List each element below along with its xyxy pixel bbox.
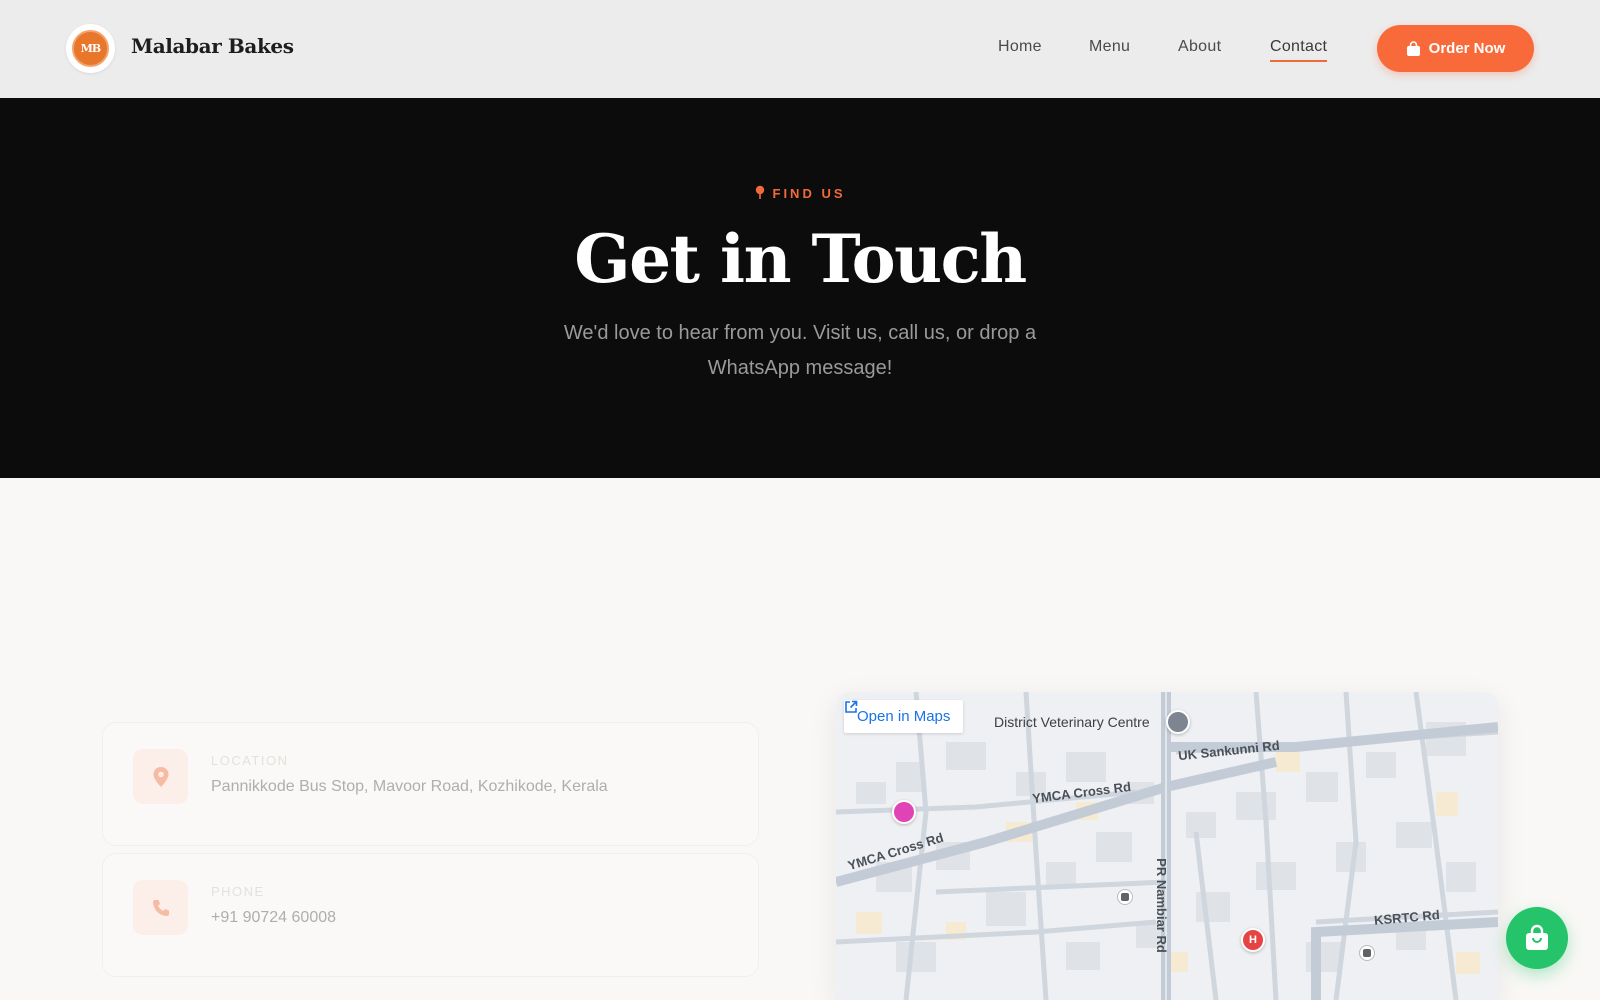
external-link-icon: [845, 700, 858, 713]
shopping-bag-icon: [1526, 924, 1548, 950]
nav-home[interactable]: Home: [998, 38, 1042, 56]
location-card: LOCATION Pannikkode Bus Stop, Mavoor Roa…: [102, 722, 759, 846]
map-pin-icon: [755, 185, 764, 199]
active-nav-underline: [1270, 60, 1328, 62]
location-icon-wrap: [133, 749, 188, 804]
map-label-veterinary: District Veterinary Centre: [994, 714, 1150, 730]
veterinary-pin-icon[interactable]: [1166, 710, 1190, 734]
phone-label: PHONE: [211, 884, 265, 899]
phone-icon: [152, 899, 169, 916]
location-map[interactable]: Open in Maps District Veterinary Centre …: [836, 692, 1498, 1000]
bus-stop-icon[interactable]: [1117, 889, 1133, 905]
hospital-pin-icon[interactable]: H: [1241, 928, 1265, 952]
phone-value[interactable]: +91 90724 60008: [211, 909, 336, 927]
location-label: LOCATION: [211, 753, 289, 768]
floating-cart-button[interactable]: [1506, 907, 1568, 969]
page-title: Get in Touch: [574, 220, 1027, 298]
logo-mark: MB: [72, 30, 109, 67]
logo[interactable]: MB: [66, 24, 115, 73]
location-value: Pannikkode Bus Stop, Mavoor Road, Kozhik…: [211, 778, 608, 795]
nav-contact-label: Contact: [1270, 38, 1328, 55]
location-pin-icon: [153, 766, 168, 787]
phone-card: PHONE +91 90724 60008: [102, 853, 759, 977]
brand-name[interactable]: Malabar Bakes: [131, 34, 294, 58]
hero-eyebrow-text: FIND US: [772, 186, 846, 201]
nav-menu[interactable]: Menu: [1089, 38, 1130, 56]
open-in-maps-link[interactable]: Open in Maps: [844, 700, 964, 733]
site-header: MB Malabar Bakes Home Menu About Contact…: [0, 0, 1600, 98]
order-now-button[interactable]: Order Now: [1377, 25, 1534, 72]
nav-about[interactable]: About: [1178, 38, 1221, 56]
phone-icon-wrap: [133, 880, 188, 935]
hero-eyebrow: FIND US: [0, 185, 1600, 201]
bus-stop-icon[interactable]: [1359, 945, 1375, 961]
shopping-bag-icon: [1406, 40, 1420, 56]
hotel-pin-icon[interactable]: [892, 800, 916, 824]
map-label-pr-nambiar: PR Nambiar Rd: [1153, 858, 1169, 953]
open-in-maps-label: Open in Maps: [857, 708, 951, 725]
hero-subtitle: We'd love to hear from you. Visit us, ca…: [563, 322, 1037, 379]
hero-section: FIND US Get in Touch We'd love to hear f…: [0, 98, 1600, 478]
nav-contact[interactable]: Contact: [1270, 38, 1328, 62]
order-now-label: Order Now: [1428, 40, 1506, 57]
